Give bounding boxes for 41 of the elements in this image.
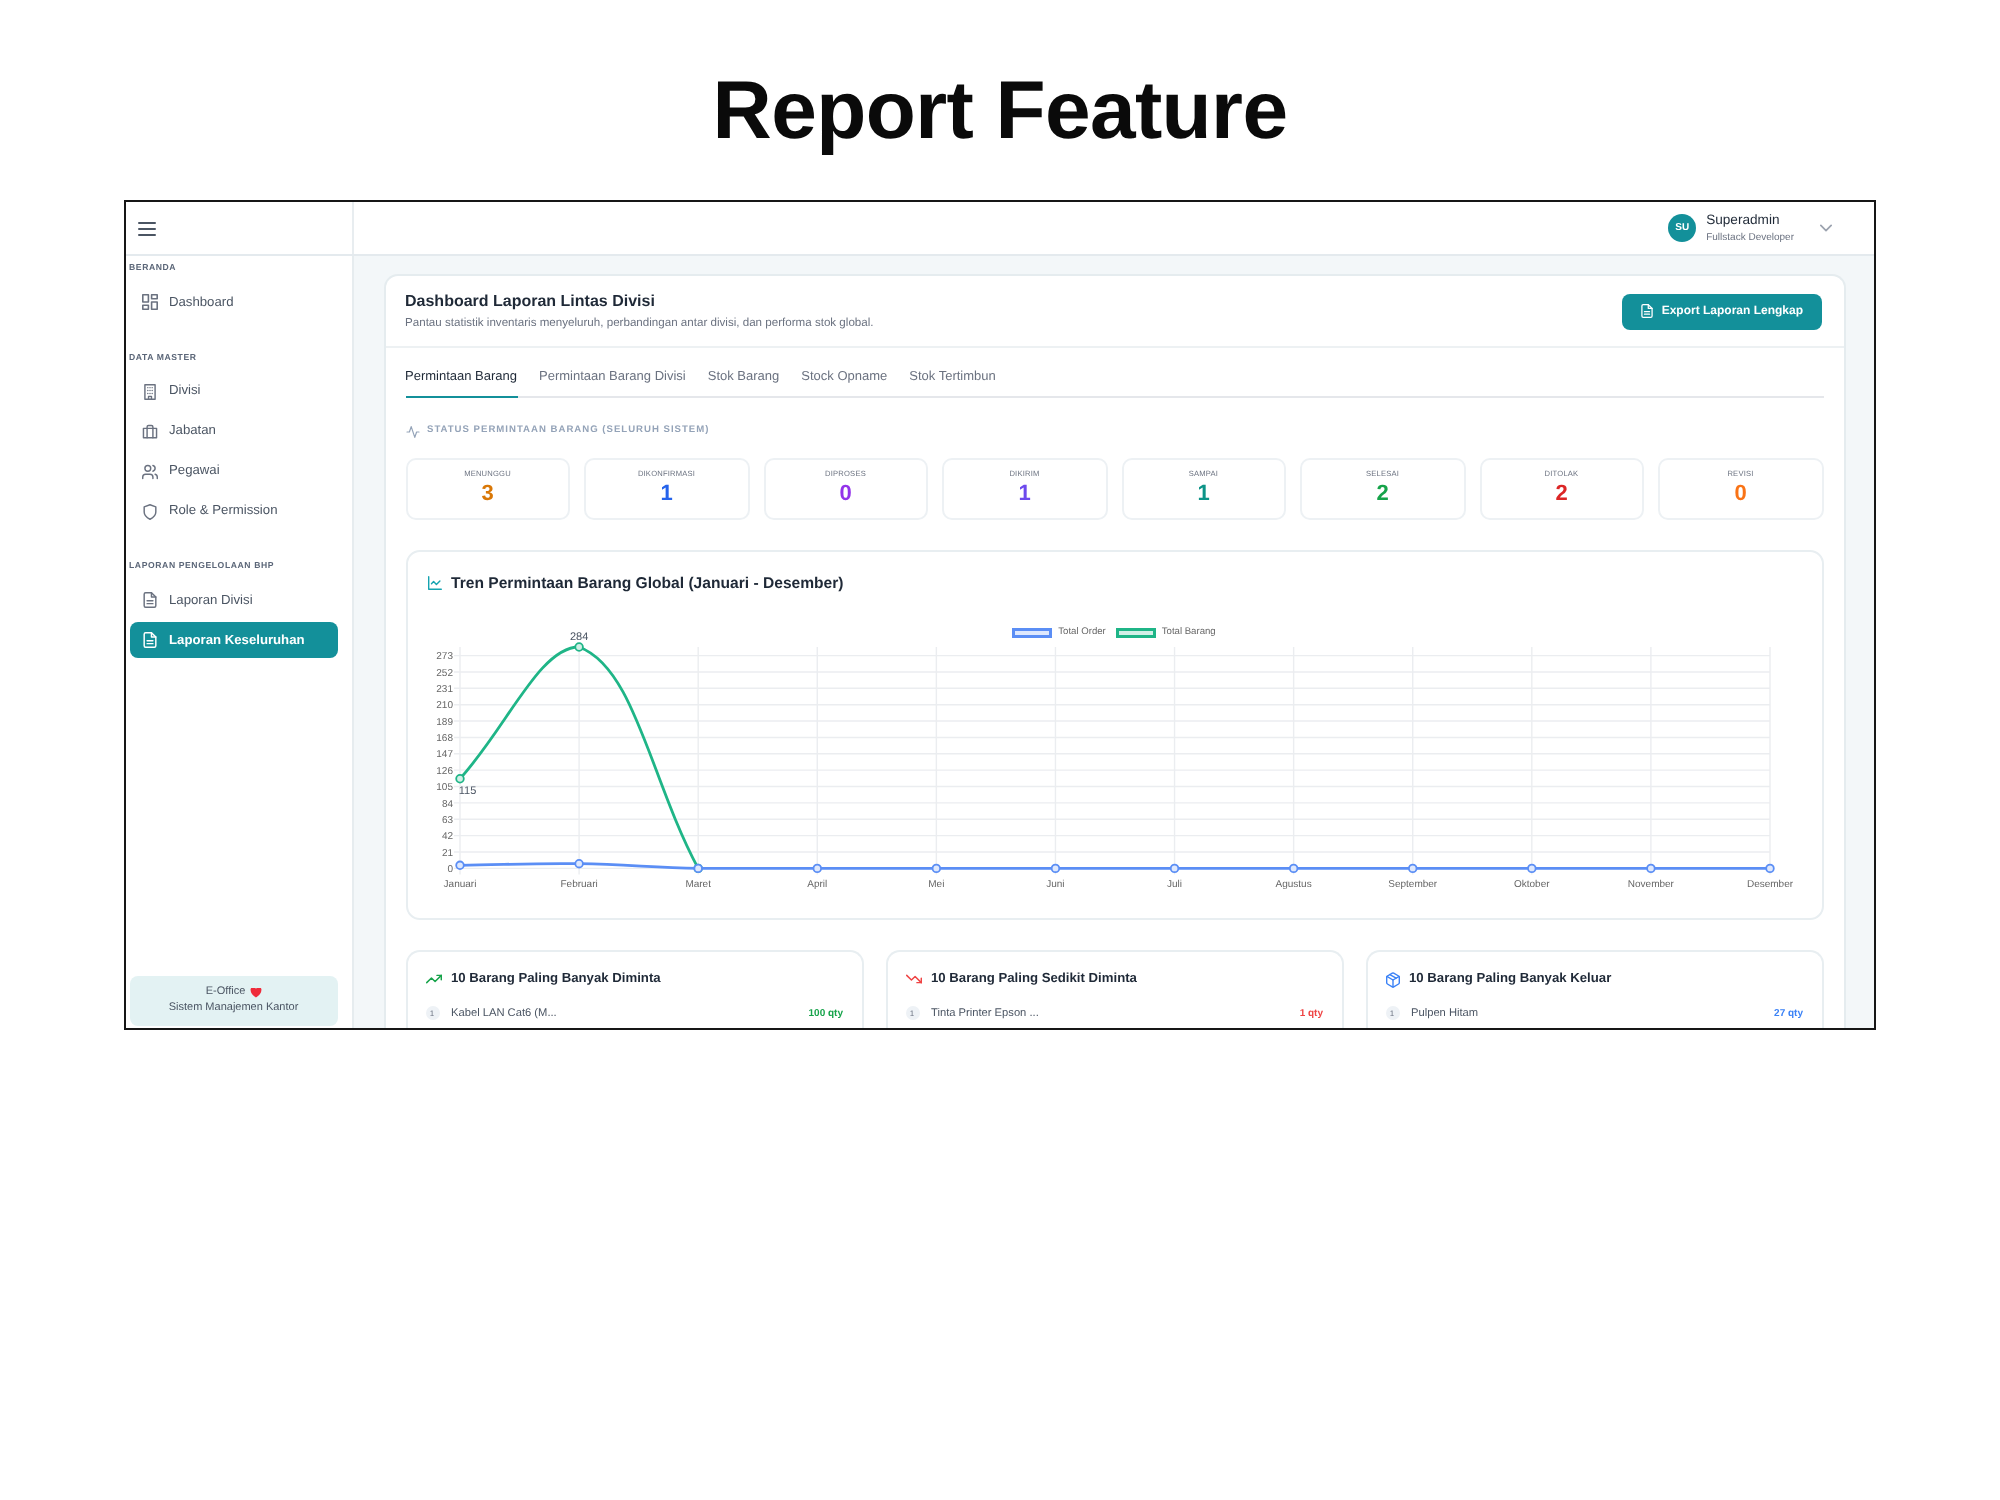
data-point bbox=[1287, 863, 1298, 874]
line-chart-icon bbox=[427, 576, 441, 590]
trending-up-icon bbox=[425, 974, 441, 984]
chevron-down-icon[interactable] bbox=[1820, 224, 1832, 232]
status-count: 3 bbox=[481, 483, 494, 505]
data-point bbox=[1764, 863, 1774, 874]
status-count: 0 bbox=[839, 483, 852, 505]
page-title: Report Feature bbox=[712, 64, 1288, 156]
grid-icon bbox=[141, 294, 157, 310]
data-point bbox=[573, 642, 583, 652]
data-point bbox=[1049, 863, 1060, 874]
data-point bbox=[1526, 863, 1536, 874]
data-point bbox=[930, 863, 941, 874]
trending-down-icon bbox=[905, 974, 921, 984]
data-point bbox=[454, 774, 464, 784]
data-point bbox=[1168, 863, 1179, 874]
status-count: 2 bbox=[1376, 483, 1389, 505]
building-icon bbox=[141, 383, 157, 399]
status-count: 2 bbox=[1555, 483, 1568, 505]
status-count: 0 bbox=[1734, 483, 1747, 505]
file-icon bbox=[141, 592, 157, 608]
heart-icon bbox=[249, 987, 262, 997]
file-icon bbox=[1639, 304, 1654, 318]
box-icon bbox=[1385, 971, 1399, 987]
status-count: 1 bbox=[1197, 483, 1210, 505]
report-title: Dashboard Laporan Lintas Divisi bbox=[405, 290, 655, 312]
users-icon bbox=[141, 463, 157, 479]
legend-swatch-icon[interactable] bbox=[1012, 628, 1053, 638]
menu-icon[interactable] bbox=[138, 221, 156, 235]
status-count: 1 bbox=[660, 483, 673, 505]
legend-swatch-icon[interactable] bbox=[1115, 628, 1156, 638]
data-point bbox=[811, 863, 821, 874]
status-count: 1 bbox=[1018, 483, 1031, 505]
data-point bbox=[1645, 863, 1655, 874]
file-icon bbox=[141, 632, 157, 648]
data-point bbox=[573, 859, 583, 869]
shield-icon bbox=[141, 503, 157, 519]
briefcase-icon bbox=[141, 423, 157, 439]
data-point bbox=[454, 860, 464, 870]
data-point bbox=[1407, 863, 1417, 874]
pulse-icon bbox=[405, 426, 419, 438]
